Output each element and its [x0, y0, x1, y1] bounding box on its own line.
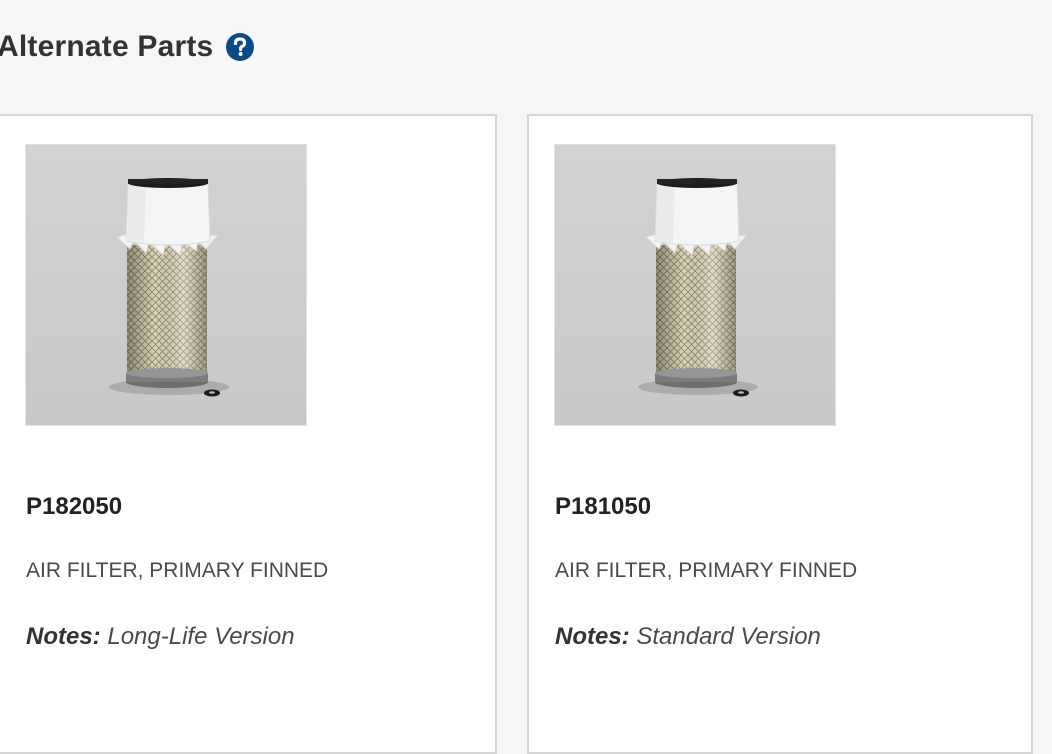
- part-number-link[interactable]: P182050: [26, 493, 122, 521]
- notes-value: Long-Life Version: [107, 623, 295, 650]
- section-header: Alternate Parts: [0, 30, 255, 64]
- part-notes: Notes: Long-Life Version: [26, 623, 295, 651]
- notes-label: Notes:: [26, 623, 101, 650]
- part-description: AIR FILTER, PRIMARY FINNED: [555, 559, 858, 582]
- part-description: AIR FILTER, PRIMARY FINNED: [26, 559, 329, 582]
- air-filter-image[interactable]: [25, 144, 307, 426]
- air-filter-image[interactable]: [554, 144, 836, 426]
- part-number-link[interactable]: P181050: [555, 493, 651, 521]
- section-title: Alternate Parts: [0, 30, 214, 63]
- notes-value: Standard Version: [636, 623, 821, 650]
- part-card: P182050 AIR FILTER, PRIMARY FINNED Notes…: [0, 114, 497, 754]
- question-circle-icon[interactable]: [225, 32, 255, 62]
- notes-label: Notes:: [555, 623, 630, 650]
- part-card: P181050 AIR FILTER, PRIMARY FINNED Notes…: [527, 114, 1033, 754]
- part-notes: Notes: Standard Version: [555, 623, 821, 651]
